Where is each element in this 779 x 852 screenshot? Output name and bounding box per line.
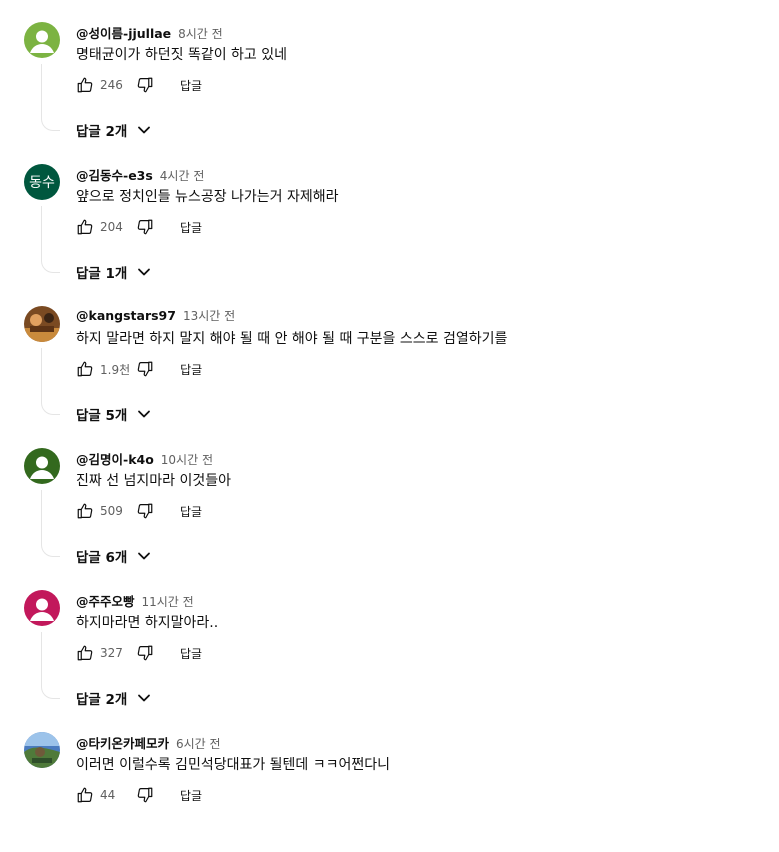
comment-header: @주주오빵 11시간 전 xyxy=(76,591,194,610)
view-replies-button[interactable]: 답글 6개 xyxy=(76,546,151,566)
avatar[interactable] xyxy=(24,306,60,342)
comment-thread: @타키온카페모카 6시간 전 이러면 이럴수록 김민석당대표가 될텐데 ㅋㅋ어쩐… xyxy=(0,710,779,852)
comment-time[interactable]: 13시간 전 xyxy=(183,309,235,323)
like-count: 204 xyxy=(100,220,123,234)
thumbs-down-icon[interactable] xyxy=(136,644,154,662)
replies-count-label: 답글 1개 xyxy=(76,266,128,282)
thumbs-down-icon[interactable] xyxy=(136,786,154,804)
thumbs-down-icon[interactable] xyxy=(136,76,154,94)
reply-button[interactable]: 답글 xyxy=(180,787,202,804)
thread-connector xyxy=(41,206,60,273)
view-replies-button[interactable]: 답글 5개 xyxy=(76,404,151,424)
chevron-down-icon xyxy=(137,123,151,137)
replies-count-label: 답글 2개 xyxy=(76,124,128,140)
comment-time[interactable]: 4시간 전 xyxy=(160,169,205,183)
avatar[interactable] xyxy=(24,732,60,768)
author-name[interactable]: @김명이-k4o xyxy=(76,452,154,467)
thread-connector xyxy=(41,64,60,131)
comment-text: 하지 말라면 하지 말지 해야 될 때 안 해야 될 때 구분을 스스로 검열하… xyxy=(76,331,508,347)
comment-actions: 1.9천 답글 xyxy=(76,358,202,380)
reply-button[interactable]: 답글 xyxy=(180,503,202,520)
comment-text: 진짜 선 넘지마라 이것들아 xyxy=(76,473,232,489)
comment-time[interactable]: 11시간 전 xyxy=(142,595,194,609)
comment-time[interactable]: 6시간 전 xyxy=(176,737,221,751)
comment-thread: @김명이-k4o 10시간 전 진짜 선 넘지마라 이것들아 509 답글 답글… xyxy=(0,426,779,568)
thread-connector xyxy=(41,490,60,557)
author-name[interactable]: @주주오빵 xyxy=(76,594,135,609)
comment-thread: @성이름-jjullae 8시간 전 명태균이가 하던짓 똑같이 하고 있네 2… xyxy=(0,0,779,142)
like-count: 246 xyxy=(100,78,123,92)
chevron-down-icon xyxy=(137,407,151,421)
comment-header: @타키온카페모카 6시간 전 xyxy=(76,733,221,752)
thumbs-up-icon[interactable] xyxy=(76,644,94,662)
thread-connector xyxy=(41,632,60,699)
comment-actions: 204 답글 xyxy=(76,216,202,238)
replies-count-label: 답글 5개 xyxy=(76,408,128,424)
avatar[interactable] xyxy=(24,448,60,484)
replies-count-label: 답글 2개 xyxy=(76,692,128,708)
author-name[interactable]: @kangstars97 xyxy=(76,308,176,323)
thumbs-down-icon[interactable] xyxy=(136,502,154,520)
reply-button[interactable]: 답글 xyxy=(180,361,202,378)
chevron-down-icon xyxy=(137,691,151,705)
like-count: 327 xyxy=(100,646,123,660)
thumbs-down-icon[interactable] xyxy=(136,218,154,236)
like-count: 509 xyxy=(100,504,123,518)
thumbs-up-icon[interactable] xyxy=(76,360,94,378)
comment-actions: 509 답글 xyxy=(76,500,202,522)
like-count: 1.9천 xyxy=(100,362,131,377)
author-name[interactable]: @성이름-jjullae xyxy=(76,26,171,41)
reply-button[interactable]: 답글 xyxy=(180,219,202,236)
avatar[interactable] xyxy=(24,22,60,58)
author-name[interactable]: @김동수-e3s xyxy=(76,168,153,183)
thumbs-up-icon[interactable] xyxy=(76,502,94,520)
comment-thread: @주주오빵 11시간 전 하지마라면 하지말아라.. 327 답글 답글 2개 xyxy=(0,568,779,710)
thumbs-up-icon[interactable] xyxy=(76,786,94,804)
thumbs-up-icon[interactable] xyxy=(76,76,94,94)
author-name[interactable]: @타키온카페모카 xyxy=(76,736,169,751)
comment-time[interactable]: 8시간 전 xyxy=(178,27,223,41)
comment-time[interactable]: 10시간 전 xyxy=(161,453,213,467)
avatar[interactable] xyxy=(24,590,60,626)
thread-connector xyxy=(41,348,60,415)
comment-header: @성이름-jjullae 8시간 전 xyxy=(76,23,223,42)
view-replies-button[interactable]: 답글 2개 xyxy=(76,120,151,140)
thumbs-up-icon[interactable] xyxy=(76,218,94,236)
comment-text: 이러면 이럴수록 김민석당대표가 될텐데 ㅋㅋ어쩐다니 xyxy=(76,757,391,773)
comment-header: @kangstars97 13시간 전 xyxy=(76,307,235,324)
like-count: 44 xyxy=(100,788,116,802)
comment-header: @김동수-e3s 4시간 전 xyxy=(76,165,204,184)
reply-button[interactable]: 답글 xyxy=(180,77,202,94)
comment-actions: 44 답글 xyxy=(76,784,202,806)
view-replies-button[interactable]: 답글 1개 xyxy=(76,262,151,282)
reply-button[interactable]: 답글 xyxy=(180,645,202,662)
comment-actions: 246 답글 xyxy=(76,74,202,96)
comment-actions: 327 답글 xyxy=(76,642,202,664)
comment-text: 하지마라면 하지말아라.. xyxy=(76,615,219,631)
view-replies-button[interactable]: 답글 2개 xyxy=(76,688,151,708)
comment-text: 명태균이가 하던짓 똑같이 하고 있네 xyxy=(76,47,287,63)
comment-header: @김명이-k4o 10시간 전 xyxy=(76,449,213,468)
avatar-initials: 동수 xyxy=(29,175,55,191)
thumbs-down-icon[interactable] xyxy=(136,360,154,378)
comment-thread: 동수 @김동수-e3s 4시간 전 얖으로 정치인들 뉴스공장 나가는거 자제해… xyxy=(0,142,779,284)
avatar[interactable]: 동수 xyxy=(24,164,60,200)
replies-count-label: 답글 6개 xyxy=(76,550,128,566)
comment-thread: @kangstars97 13시간 전 하지 말라면 하지 말지 해야 될 때 … xyxy=(0,284,779,426)
chevron-down-icon xyxy=(137,549,151,563)
chevron-down-icon xyxy=(137,265,151,279)
comment-text: 얖으로 정치인들 뉴스공장 나가는거 자제해라 xyxy=(76,189,339,205)
